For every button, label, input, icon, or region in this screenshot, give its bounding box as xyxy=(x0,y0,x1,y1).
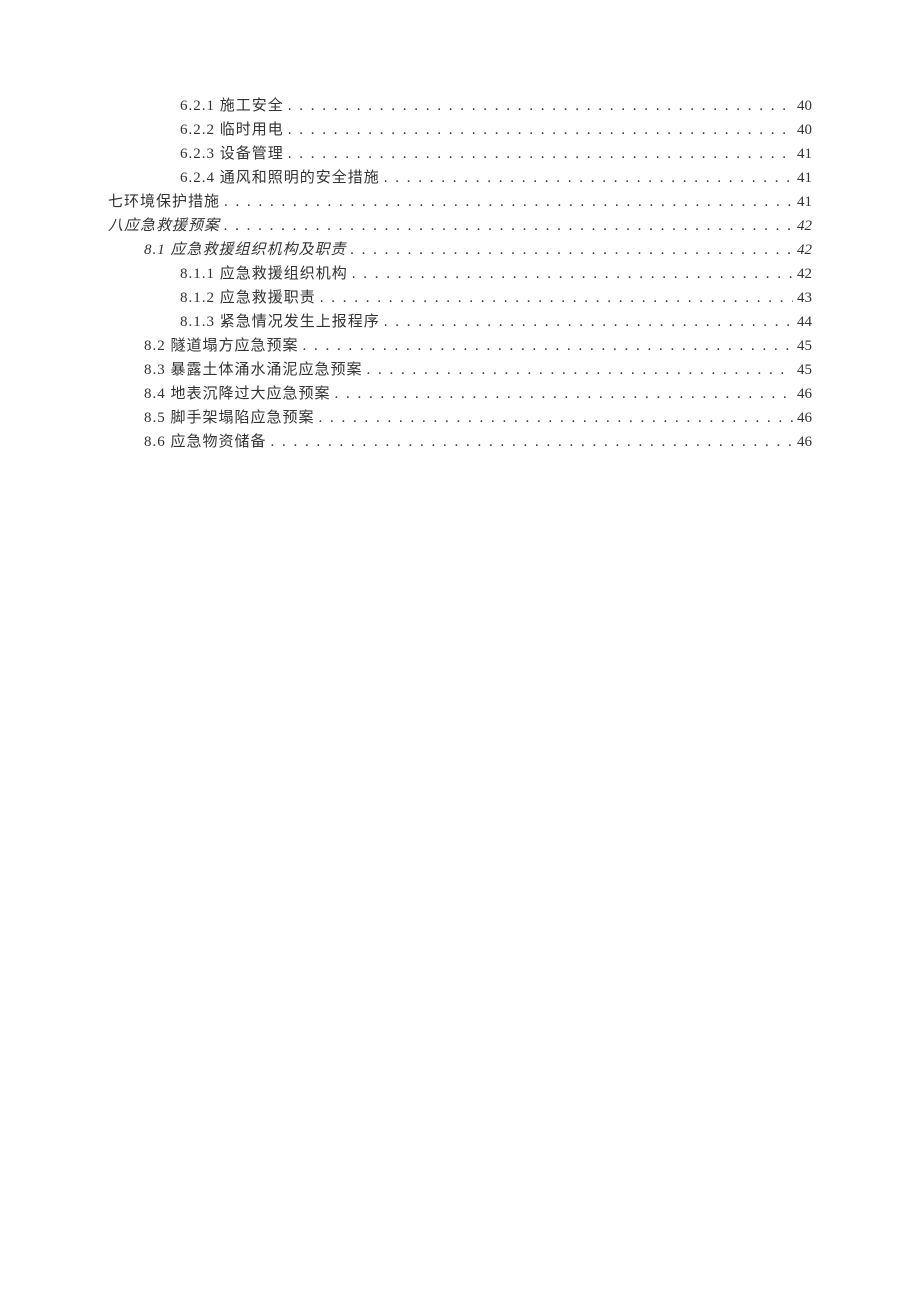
toc-dots xyxy=(271,430,793,454)
toc-page-number: 46 xyxy=(797,382,812,406)
toc-dots xyxy=(384,166,793,190)
toc-dots xyxy=(288,118,793,142)
toc-page-number: 40 xyxy=(797,118,812,142)
toc-label: 8.4 地表沉降过大应急预案 xyxy=(144,382,331,406)
toc-dots xyxy=(288,142,793,166)
toc-page-number: 46 xyxy=(797,430,812,454)
toc-page-number: 41 xyxy=(797,142,812,166)
toc-dots xyxy=(224,214,793,238)
toc-label: 8.3 暴露土体涌水涌泥应急预案 xyxy=(144,358,363,382)
toc-dots xyxy=(384,310,793,334)
toc-page-number: 41 xyxy=(797,166,812,190)
toc-page-number: 40 xyxy=(797,94,812,118)
toc-page-number: 42 xyxy=(797,214,812,238)
toc-dots xyxy=(335,382,793,406)
toc-label: 8.1.1 应急救援组织机构 xyxy=(180,262,348,286)
toc-page-number: 44 xyxy=(797,310,812,334)
toc-entry: 6.2.3 设备管理 41 xyxy=(108,142,812,166)
toc-dots xyxy=(303,334,793,358)
toc-label: 6.2.3 设备管理 xyxy=(180,142,284,166)
toc-entry: 8.2 隧道塌方应急预案 45 xyxy=(108,334,812,358)
toc-entry: 8.5 脚手架塌陷应急预案 46 xyxy=(108,406,812,430)
toc-label: 6.2.4 通风和照明的安全措施 xyxy=(180,166,380,190)
toc-dots xyxy=(288,94,793,118)
toc-label: 8.2 隧道塌方应急预案 xyxy=(144,334,299,358)
toc-entry: 8.4 地表沉降过大应急预案 46 xyxy=(108,382,812,406)
table-of-contents: 6.2.1 施工安全406.2.2 临时用电406.2.3 设备管理416.2.… xyxy=(108,94,812,454)
toc-entry: 8.6 应急物资储备 46 xyxy=(108,430,812,454)
toc-page-number: 46 xyxy=(797,406,812,430)
toc-page-number: 43 xyxy=(797,286,812,310)
toc-page-number: 42 xyxy=(797,262,812,286)
toc-entry: 6.2.2 临时用电 40 xyxy=(108,118,812,142)
toc-label: 八应急救援预案 xyxy=(108,214,220,238)
toc-entry: 8.3 暴露土体涌水涌泥应急预案 45 xyxy=(108,358,812,382)
toc-dots xyxy=(352,262,793,286)
toc-dots xyxy=(319,406,793,430)
toc-label: 8.1 应急救援组织机构及职责 xyxy=(144,238,347,262)
toc-page-number: 41 xyxy=(797,190,812,214)
toc-dots xyxy=(320,286,793,310)
toc-dots xyxy=(367,358,793,382)
toc-entry: 6.2.1 施工安全 40 xyxy=(108,94,812,118)
toc-entry: 八应急救援预案 42 xyxy=(108,214,812,238)
toc-page-number: 45 xyxy=(797,358,812,382)
toc-entry: 8.1 应急救援组织机构及职责 42 xyxy=(108,238,812,262)
toc-page-number: 45 xyxy=(797,334,812,358)
toc-dots xyxy=(224,190,793,214)
toc-entry: 8.1.1 应急救援组织机构 42 xyxy=(108,262,812,286)
toc-entry: 七环境保护措施 41 xyxy=(108,190,812,214)
toc-entry: 6.2.4 通风和照明的安全措施 41 xyxy=(108,166,812,190)
toc-label: 8.1.2 应急救援职责 xyxy=(180,286,316,310)
toc-dots xyxy=(351,238,793,262)
toc-label: 8.5 脚手架塌陷应急预案 xyxy=(144,406,315,430)
toc-entry: 8.1.2 应急救援职责 43 xyxy=(108,286,812,310)
toc-entry: 8.1.3 紧急情况发生上报程序 44 xyxy=(108,310,812,334)
toc-page-number: 42 xyxy=(797,238,812,262)
toc-label: 8.6 应急物资储备 xyxy=(144,430,267,454)
toc-label: 6.2.1 施工安全 xyxy=(180,94,284,118)
toc-label: 8.1.3 紧急情况发生上报程序 xyxy=(180,310,380,334)
toc-label: 七环境保护措施 xyxy=(108,190,220,214)
toc-label: 6.2.2 临时用电 xyxy=(180,118,284,142)
